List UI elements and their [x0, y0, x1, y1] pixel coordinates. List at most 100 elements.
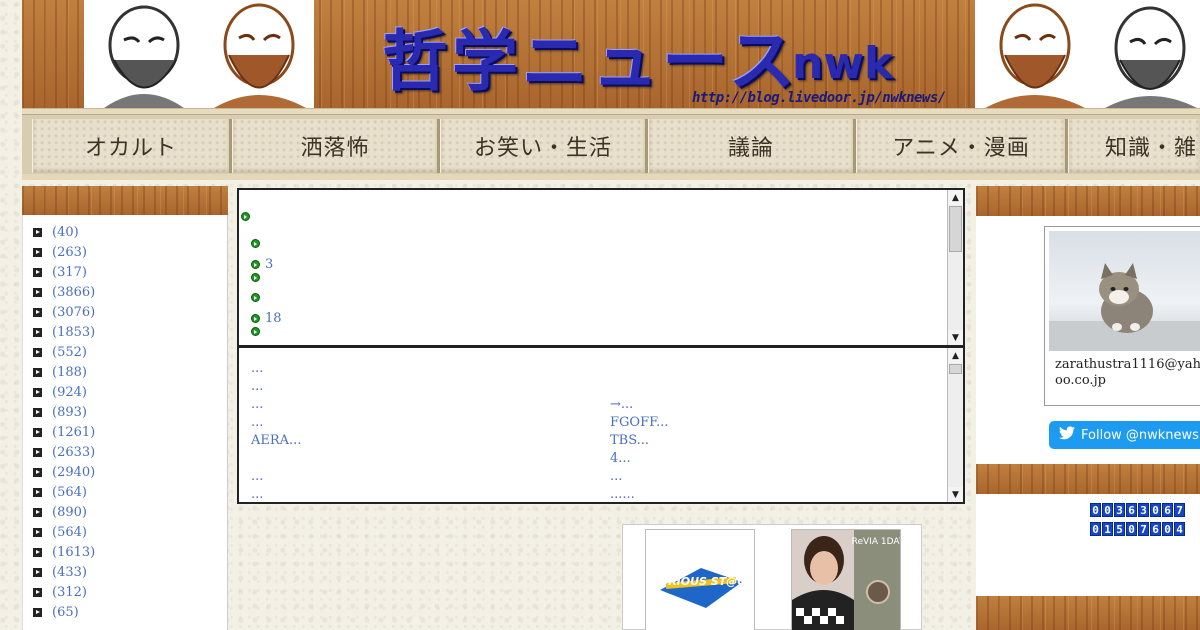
- site-url[interactable]: http://blog.livedoor.jp/nwknews/: [692, 90, 946, 106]
- list-item[interactable]: ...: [251, 397, 263, 412]
- bullet-icon: [33, 267, 42, 277]
- counter-digit: 3: [1114, 503, 1125, 517]
- category-item[interactable]: (312): [33, 582, 87, 602]
- list-item[interactable]: ...: [251, 469, 263, 484]
- counter-digit: 1: [1102, 522, 1113, 536]
- category-item[interactable]: (564): [33, 482, 87, 502]
- scroll-thumb[interactable]: [949, 364, 962, 374]
- category-item[interactable]: (893): [33, 402, 87, 422]
- list-item[interactable]: [251, 239, 265, 248]
- arrow-bullet-icon: [251, 273, 260, 282]
- arrow-bullet-icon: [251, 239, 260, 248]
- category-list: (40) (263) (317) (3866) (3076) (1853) (5…: [22, 215, 228, 630]
- bullet-icon: [33, 527, 42, 537]
- box1-scrollbar[interactable]: ▲ ▼: [947, 190, 963, 345]
- ad-box: GLORIOUS ST@GE! ReVIA 1DAY: [622, 524, 922, 630]
- bullet-icon: [33, 387, 42, 397]
- box2-scrollbar[interactable]: ▲ ▼: [947, 348, 963, 502]
- ad-photo-image: ReVIA 1DAY: [792, 530, 901, 630]
- category-item[interactable]: (1261): [33, 422, 95, 442]
- counter-digit: 4: [1174, 522, 1185, 536]
- category-item[interactable]: (317): [33, 262, 87, 282]
- scroll-down-icon[interactable]: ▼: [948, 330, 963, 345]
- list-item[interactable]: [251, 273, 265, 282]
- list-item[interactable]: TBS...: [610, 433, 649, 448]
- list-item[interactable]: [241, 212, 255, 221]
- list-item[interactable]: AERA...: [251, 433, 301, 448]
- category-item[interactable]: (188): [33, 362, 87, 382]
- category-item[interactable]: (552): [33, 342, 87, 362]
- category-item[interactable]: (40): [33, 222, 79, 242]
- nav-tab-chishiki[interactable]: 知識・雑: [1068, 119, 1200, 173]
- category-item[interactable]: (263): [33, 242, 87, 262]
- category-item[interactable]: (924): [33, 382, 87, 402]
- arrow-bullet-icon: [241, 212, 250, 221]
- list-item[interactable]: ......: [610, 487, 635, 502]
- bullet-icon: [33, 607, 42, 617]
- bullet-icon: [33, 467, 42, 477]
- related-links-box[interactable]: ... ... ... ... AERA... ... ... →... FGO…: [237, 346, 965, 504]
- bullet-icon: [33, 227, 42, 237]
- ad-banner-glorious-stage[interactable]: GLORIOUS ST@GE!: [645, 529, 755, 630]
- nav-tab-occult[interactable]: オカルト: [32, 119, 232, 173]
- profile-email[interactable]: zarathustra1116@yahoo.co.jp: [1055, 357, 1200, 389]
- list-item[interactable]: 18: [251, 311, 282, 326]
- list-item[interactable]: ...: [610, 469, 622, 484]
- category-item[interactable]: (433): [33, 562, 87, 582]
- category-item[interactable]: (3076): [33, 302, 95, 322]
- arrow-bullet-icon: [251, 293, 260, 302]
- category-item[interactable]: (2633): [33, 442, 95, 462]
- bullet-icon: [33, 507, 42, 517]
- ad-banner-revia[interactable]: ReVIA 1DAY: [791, 529, 901, 630]
- nav-tab-sharekowa[interactable]: 洒落怖: [232, 119, 440, 173]
- arrow-bullet-icon: [251, 260, 260, 269]
- header-bust-right-image: [975, 0, 1200, 108]
- counter-digit: 6: [1150, 522, 1161, 536]
- list-item[interactable]: [251, 327, 265, 336]
- ad-logo-image: GLORIOUS ST@GE!: [646, 568, 754, 608]
- list-item[interactable]: →...: [610, 397, 633, 412]
- counter-digit: 5: [1114, 522, 1125, 536]
- recent-articles-box[interactable]: 3 18 ▲ ▼: [237, 188, 965, 347]
- counter-digit: 0: [1090, 522, 1101, 536]
- site-title-suffix: nwk: [792, 38, 894, 89]
- category-item[interactable]: (65): [33, 602, 79, 622]
- twitter-bird-icon: [1059, 426, 1075, 444]
- category-item[interactable]: (1853): [33, 322, 95, 342]
- right-sidebar-header-profile: [976, 186, 1200, 216]
- access-counter-second: 01507604: [1090, 522, 1185, 536]
- bullet-icon: [33, 367, 42, 377]
- category-item[interactable]: (890): [33, 502, 87, 522]
- list-item[interactable]: ...: [251, 361, 263, 376]
- scroll-thumb[interactable]: [949, 206, 962, 252]
- counter-digit: 0: [1150, 503, 1161, 517]
- category-item[interactable]: (3866): [33, 282, 95, 302]
- category-item[interactable]: (1613): [33, 542, 95, 562]
- bullet-icon: [33, 547, 42, 557]
- category-item[interactable]: (564): [33, 522, 87, 542]
- list-item[interactable]: 3: [251, 257, 273, 272]
- scroll-down-icon[interactable]: ▼: [948, 487, 963, 502]
- counter-digit: 7: [1138, 522, 1149, 536]
- left-sidebar-header: [22, 186, 228, 215]
- scroll-up-icon[interactable]: ▲: [948, 190, 963, 205]
- list-item[interactable]: FGOFF...: [610, 415, 668, 430]
- category-item[interactable]: (2940): [33, 462, 95, 482]
- list-item[interactable]: ...: [251, 379, 263, 394]
- list-item[interactable]: [251, 293, 265, 302]
- nav-tab-giron[interactable]: 議論: [648, 119, 856, 173]
- twitter-follow-button[interactable]: Follow @nwknews: [1049, 421, 1200, 449]
- svg-text:ReVIA 1DAY: ReVIA 1DAY: [852, 537, 901, 547]
- follow-label: Follow @nwknews: [1081, 427, 1199, 443]
- list-item[interactable]: ...: [251, 487, 263, 502]
- counter-digit: 0: [1162, 522, 1173, 536]
- nav-tab-anime[interactable]: アニメ・漫画: [856, 119, 1068, 173]
- right-sidebar-header-counter: [976, 464, 1200, 494]
- bullet-icon: [33, 307, 42, 317]
- scroll-up-icon[interactable]: ▲: [948, 348, 963, 363]
- list-item[interactable]: 4...: [610, 451, 631, 466]
- counter-digit: 0: [1102, 503, 1113, 517]
- list-item[interactable]: ...: [251, 415, 263, 430]
- nav-tab-owarai[interactable]: お笑い・生活: [440, 119, 648, 173]
- main-nav: オカルト 洒落怖 お笑い・生活 議論 アニメ・漫画 知識・雑: [22, 114, 1200, 180]
